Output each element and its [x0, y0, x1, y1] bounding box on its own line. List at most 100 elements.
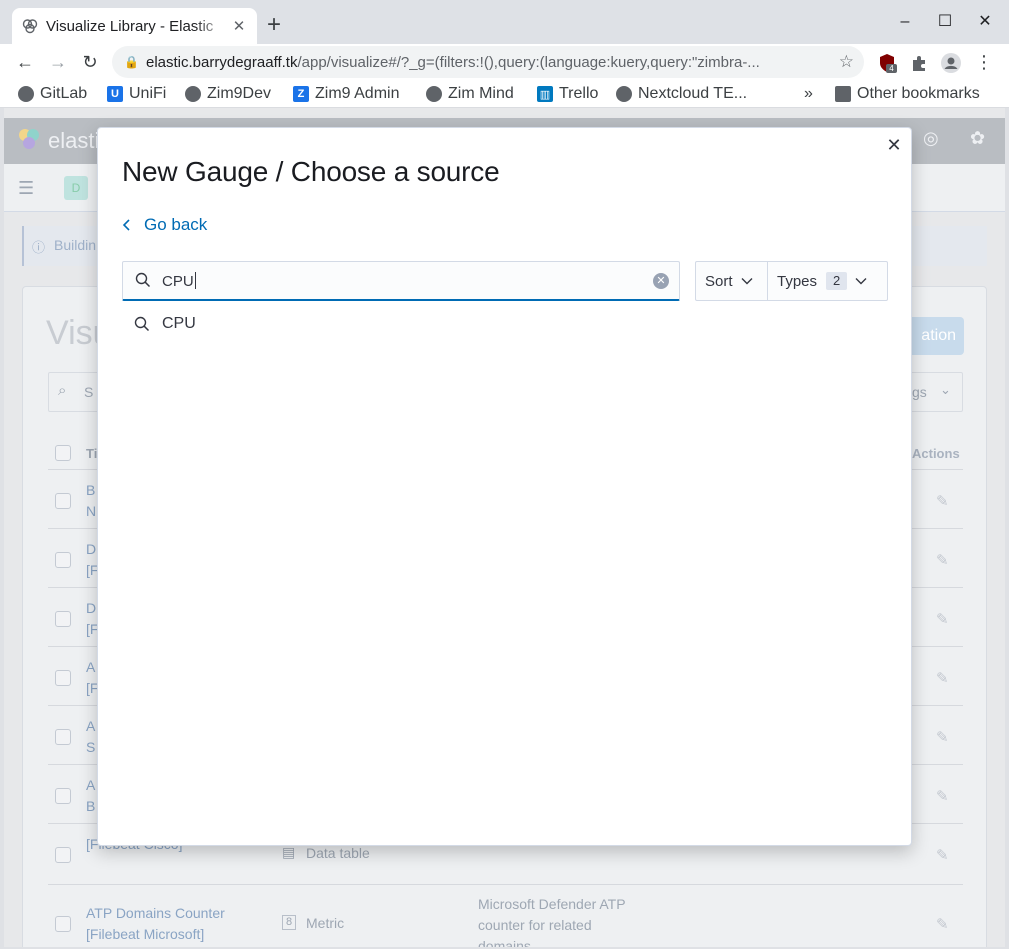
go-back-link[interactable]: Go back [122, 215, 207, 235]
text-caret [194, 272, 196, 289]
select-all-checkbox[interactable] [55, 445, 71, 461]
metric-icon: 8 [282, 915, 296, 930]
globe-icon [616, 86, 632, 102]
browser-menu-icon[interactable]: ⋮ [971, 49, 997, 75]
data-table-icon: ▤ [282, 844, 296, 860]
row-checkbox[interactable] [55, 670, 71, 686]
bookmark-zim-mind[interactable]: Zim Mind [426, 83, 514, 105]
globe-icon [426, 86, 442, 102]
row-title[interactable]: AB [86, 775, 95, 817]
library-search-icon: ⌕ [58, 382, 67, 399]
window-close-icon[interactable]: ✕ [970, 10, 1000, 34]
edit-pencil-icon[interactable]: ✎ [936, 846, 949, 864]
go-back-label: Go back [144, 215, 208, 234]
row-description: Microsoft Defender ATP counter for relat… [478, 896, 626, 947]
edit-pencil-icon[interactable]: ✎ [936, 669, 949, 687]
bookmark-label: Trello [559, 85, 599, 102]
search-value: CPU [162, 273, 194, 290]
forward-icon[interactable]: → [45, 49, 71, 75]
help-icon[interactable]: ◎ [923, 128, 939, 149]
unifi-icon: U [107, 86, 123, 102]
browser-toolbar: ← → ↻ 🔒 elastic.barrydegraaff.tk/app/vis… [0, 44, 1009, 80]
new-tab-button[interactable]: + [262, 12, 286, 38]
search-icon [135, 272, 151, 288]
space-avatar[interactable]: D [64, 176, 88, 200]
search-icon [134, 316, 150, 332]
elastic-favicon-icon [22, 19, 38, 34]
chevron-down-icon [741, 278, 753, 285]
info-icon: ⓘ [32, 240, 46, 255]
trello-icon: ▥ [537, 86, 553, 102]
row-checkbox[interactable] [55, 552, 71, 568]
edit-pencil-icon[interactable]: ✎ [936, 551, 949, 569]
other-bookmarks-label: Other bookmarks [857, 85, 980, 102]
elastic-logo-icon [19, 129, 39, 149]
bookmark-label: Zim Mind [448, 85, 514, 102]
other-bookmarks[interactable]: Other bookmarks [835, 83, 980, 105]
minimize-icon[interactable]: – [890, 10, 920, 34]
bookmark-star-icon[interactable]: ☆ [839, 52, 854, 72]
bookmark-trello[interactable]: ▥ Trello [537, 83, 598, 105]
bookmark-zim9dev[interactable]: Zim9Dev [185, 83, 271, 105]
folder-icon [835, 86, 851, 102]
edit-pencil-icon[interactable]: ✎ [936, 728, 949, 746]
row-title[interactable]: BN [86, 480, 96, 522]
menu-icon[interactable]: ☰ [18, 178, 34, 199]
extensions-puzzle-icon[interactable] [909, 53, 929, 73]
bookmark-label: Zim9 Admin [315, 85, 400, 102]
ublock-extension-icon[interactable]: 4 [877, 53, 897, 73]
news-icon[interactable]: ✿ [970, 128, 985, 149]
filter-group: Sort Types 2 [695, 261, 888, 301]
search-suggestion[interactable]: CPU [134, 315, 196, 333]
maximize-icon[interactable]: ☐ [930, 10, 960, 34]
profile-avatar-icon[interactable] [941, 53, 961, 73]
url-path: /app/visualize#/?_g=(filters:!(),query:(… [297, 53, 760, 71]
edit-pencil-icon[interactable]: ✎ [936, 915, 949, 933]
choose-source-modal: ✕ New Gauge / Choose a source Go back CP… [97, 127, 912, 846]
bookmark-label: GitLab [40, 85, 88, 102]
row-title[interactable]: AS [86, 716, 95, 758]
bookmark-zim9-admin[interactable]: Z Zim9 Admin [293, 83, 399, 105]
source-search-input[interactable]: CPU ✕ [122, 261, 680, 301]
edit-pencil-icon[interactable]: ✎ [936, 610, 949, 628]
row-type: Metric [306, 915, 345, 931]
bookmark-gitlab[interactable]: GitLab [18, 83, 87, 105]
row-checkbox[interactable] [55, 493, 71, 509]
tab-title: Visualize Library - Elastic [46, 17, 214, 35]
browser-tabstrip: Visualize Library - Elastic ✕ + – ☐ ✕ [0, 0, 1009, 44]
clear-search-icon[interactable]: ✕ [653, 273, 669, 289]
row-type: Data table [306, 845, 370, 861]
bookmark-nextcloud[interactable]: Nextcloud TE... [616, 83, 747, 105]
types-label: Types [777, 272, 818, 290]
library-search-placeholder: S [84, 384, 94, 400]
row-checkbox[interactable] [55, 611, 71, 627]
types-button[interactable]: Types 2 [768, 262, 876, 300]
row-checkbox[interactable] [55, 788, 71, 804]
row-title[interactable]: ATP Domains Counter [Filebeat Microsoft] [86, 903, 225, 945]
chevron-down-icon [855, 278, 867, 285]
reload-icon[interactable]: ↻ [77, 49, 103, 75]
edit-pencil-icon[interactable]: ✎ [936, 492, 949, 510]
browser-tab[interactable]: Visualize Library - Elastic ✕ [12, 8, 257, 44]
sort-label: Sort [705, 272, 733, 290]
tab-close-icon[interactable]: ✕ [231, 17, 247, 35]
bookmarks-bar: GitLab U UniFi Zim9Dev Z Zim9 Admin Zim … [0, 80, 1009, 108]
bookmarks-overflow-button[interactable]: » [804, 83, 813, 105]
chevron-down-icon: ⌄ [940, 382, 951, 397]
sort-button[interactable]: Sort [696, 262, 768, 300]
row-checkbox[interactable] [55, 916, 71, 932]
back-icon[interactable]: ← [12, 49, 38, 75]
address-bar[interactable]: 🔒 elastic.barrydegraaff.tk/app/visualize… [112, 46, 864, 78]
modal-close-icon[interactable]: ✕ [885, 136, 903, 154]
zimbra-icon: Z [293, 86, 309, 102]
row-checkbox[interactable] [55, 847, 71, 863]
globe-icon [18, 86, 34, 102]
edit-pencil-icon[interactable]: ✎ [936, 787, 949, 805]
tags-filter[interactable]: gs [912, 384, 927, 400]
bookmark-unifi[interactable]: U UniFi [107, 83, 166, 105]
types-count-badge: 2 [826, 272, 848, 290]
row-checkbox[interactable] [55, 729, 71, 745]
globe-icon [185, 86, 201, 102]
extension-badge: 4 [889, 64, 894, 73]
callout-text: Buildin [54, 237, 97, 253]
